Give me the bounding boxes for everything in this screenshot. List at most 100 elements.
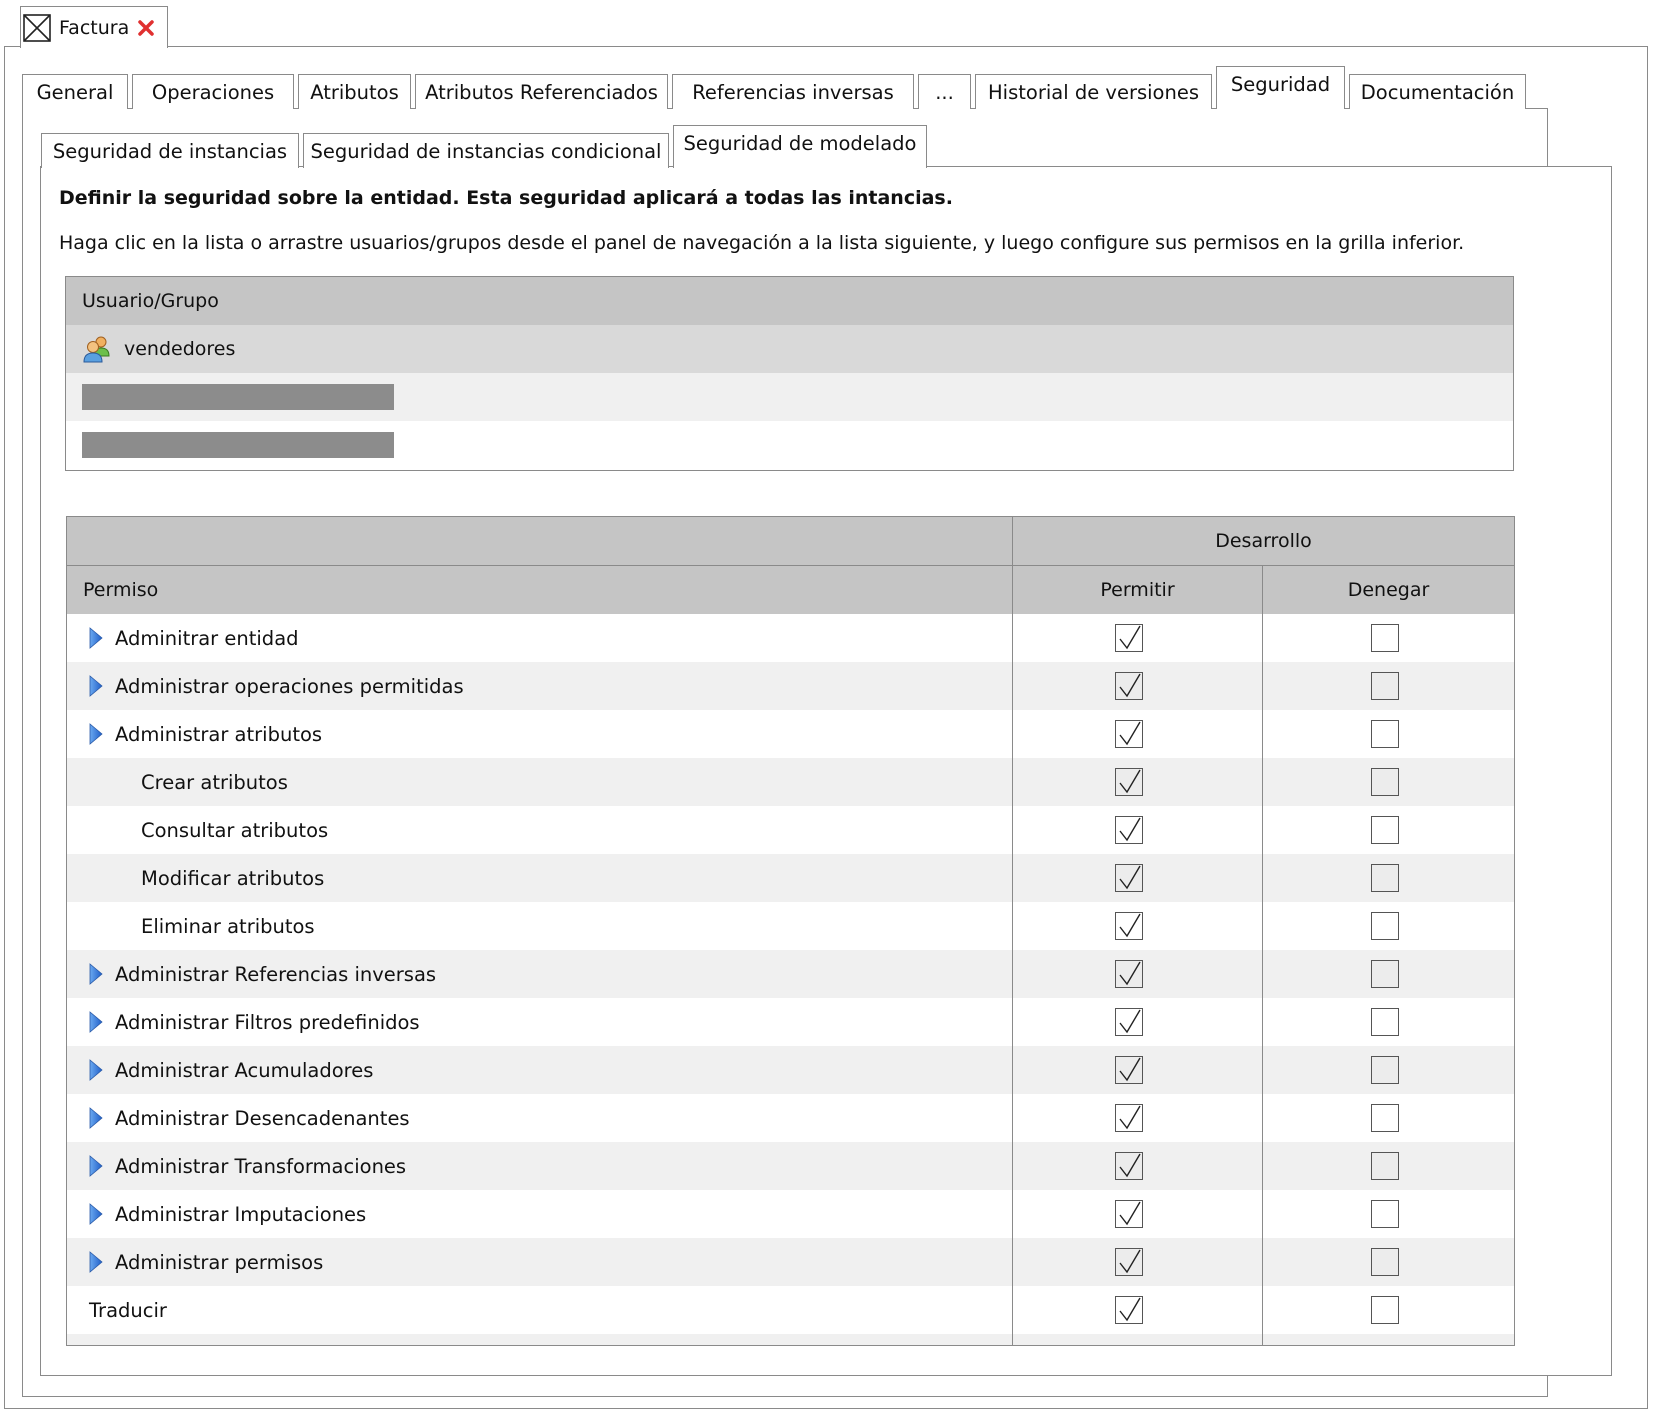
list-item[interactable] [66,373,1513,421]
permission-label: Administrar atributos [115,722,323,746]
deny-cell [1263,854,1514,902]
deny-checkbox[interactable] [1370,1008,1399,1036]
table-row[interactable]: Administrar Desencadenantes [67,1094,1514,1142]
permission-name-cell: Administrar Referencias inversas [67,950,1013,998]
table-row[interactable]: Administrar Acumuladores [67,1046,1514,1094]
deny-checkbox[interactable] [1370,1152,1399,1180]
table-row[interactable]: Administrar atributos [67,710,1514,758]
tab-general[interactable]: General [22,74,128,109]
tab-referencias-inversas[interactable]: Referencias inversas [672,74,914,109]
deny-cell [1263,950,1514,998]
deny-checkbox[interactable] [1370,816,1399,844]
deny-checkbox[interactable] [1370,624,1399,652]
allow-checkbox[interactable] [1114,1056,1143,1084]
allow-cell [1013,662,1263,710]
deny-checkbox[interactable] [1370,960,1399,988]
allow-checkbox[interactable] [1114,912,1143,940]
permission-label: Adminitrar entidad [115,626,299,650]
deny-checkbox[interactable] [1370,672,1399,700]
permission-label: Traducir [89,1298,167,1322]
permission-name-cell: Consultar atributos [67,806,1013,854]
expand-arrow-icon[interactable] [89,1203,103,1225]
tab-atributos[interactable]: Atributos [298,74,411,109]
list-item[interactable]: vendedores [66,325,1513,373]
permission-label: Administrar permisos [115,1250,324,1274]
redacted-entry [82,384,394,410]
allow-checkbox[interactable] [1114,1200,1143,1228]
permitir-column-header: Permitir [1013,566,1263,614]
allow-checkbox[interactable] [1114,1008,1143,1036]
allow-checkbox[interactable] [1114,816,1143,844]
allow-checkbox[interactable] [1114,768,1143,796]
table-row[interactable]: Administrar Referencias inversas [67,950,1514,998]
table-row[interactable]: Traducir [67,1286,1514,1334]
allow-checkbox[interactable] [1114,1104,1143,1132]
tab-label: General [36,81,114,104]
allow-checkbox[interactable] [1114,864,1143,892]
empty-header-cell [67,517,1013,565]
tab-atributos-referenciados[interactable]: Atributos Referenciados [415,74,668,109]
tab-seguridad-de-modelado[interactable]: Seguridad de modelado [673,125,927,168]
tab-seguridad-de-instancias[interactable]: Seguridad de instancias [41,133,299,168]
deny-checkbox[interactable] [1370,1104,1399,1132]
permissions-group-header: Desarrollo [67,517,1514,566]
expand-arrow-icon[interactable] [89,1251,103,1273]
allow-checkbox[interactable] [1114,1152,1143,1180]
table-row[interactable]: Crear atributos [67,758,1514,806]
allow-checkbox[interactable] [1114,1296,1143,1324]
tab-historial-de-versiones[interactable]: Historial de versiones [975,74,1212,109]
table-row[interactable]: Administrar Transformaciones [67,1142,1514,1190]
table-row[interactable]: Administrar Filtros predefinidos [67,998,1514,1046]
table-row[interactable]: Eliminar atributos [67,902,1514,950]
allow-checkbox[interactable] [1114,720,1143,748]
tab-seguridad[interactable]: Seguridad [1216,66,1345,109]
tab-label: ... [935,81,954,104]
allow-checkbox[interactable] [1114,672,1143,700]
table-row[interactable]: Modificar atributos [67,854,1514,902]
permission-name-cell: Administrar permisos [67,1238,1013,1286]
deny-checkbox[interactable] [1370,720,1399,748]
deny-checkbox[interactable] [1370,1248,1399,1276]
deny-cell [1263,758,1514,806]
document-tab[interactable]: Factura [20,6,168,48]
users-groups-list[interactable]: Usuario/Grupo vendedores [65,276,1514,471]
expand-arrow-icon[interactable] [89,675,103,697]
allow-cell [1013,1094,1263,1142]
allow-checkbox[interactable] [1114,960,1143,988]
allow-checkbox[interactable] [1114,624,1143,652]
tab-more[interactable]: ... [918,74,971,109]
section-heading: Definir la seguridad sobre la entidad. E… [59,187,953,209]
tab-operaciones[interactable]: Operaciones [132,74,294,109]
permission-name-cell: Administrar Acumuladores [67,1046,1013,1094]
table-row[interactable]: Administrar operaciones permitidas [67,662,1514,710]
deny-checkbox[interactable] [1370,1200,1399,1228]
allow-checkbox[interactable] [1114,1248,1143,1276]
expand-arrow-icon[interactable] [89,1059,103,1081]
expand-arrow-icon[interactable] [89,1011,103,1033]
expand-arrow-icon[interactable] [89,963,103,985]
instructions-text: Haga clic en la lista o arrastre usuario… [59,232,1465,254]
table-row[interactable]: Adminitrar entidad [67,614,1514,662]
list-item[interactable] [66,421,1513,469]
deny-checkbox[interactable] [1370,864,1399,892]
permission-label: Modificar atributos [141,866,325,890]
table-row[interactable]: Consultar atributos [67,806,1514,854]
deny-checkbox[interactable] [1370,768,1399,796]
allow-cell [1013,1142,1263,1190]
expand-arrow-icon[interactable] [89,1155,103,1177]
expand-arrow-icon[interactable] [89,1107,103,1129]
table-row[interactable]: Administrar Imputaciones [67,1190,1514,1238]
tab-seguridad-de-instancias-condicional[interactable]: Seguridad de instancias condicional [303,133,669,168]
expand-arrow-icon[interactable] [89,627,103,649]
table-row[interactable]: Administrar permisos [67,1238,1514,1286]
tab-documentacion[interactable]: Documentación [1349,74,1526,109]
deny-checkbox[interactable] [1370,912,1399,940]
permission-label: Consultar atributos [141,818,329,842]
deny-checkbox[interactable] [1370,1296,1399,1324]
expand-arrow-icon[interactable] [89,723,103,745]
close-icon[interactable] [137,19,155,37]
deny-checkbox[interactable] [1370,1056,1399,1084]
tab-label: Documentación [1360,81,1515,104]
document-title: Factura [59,16,130,39]
grid-filler-row [67,1334,1514,1345]
